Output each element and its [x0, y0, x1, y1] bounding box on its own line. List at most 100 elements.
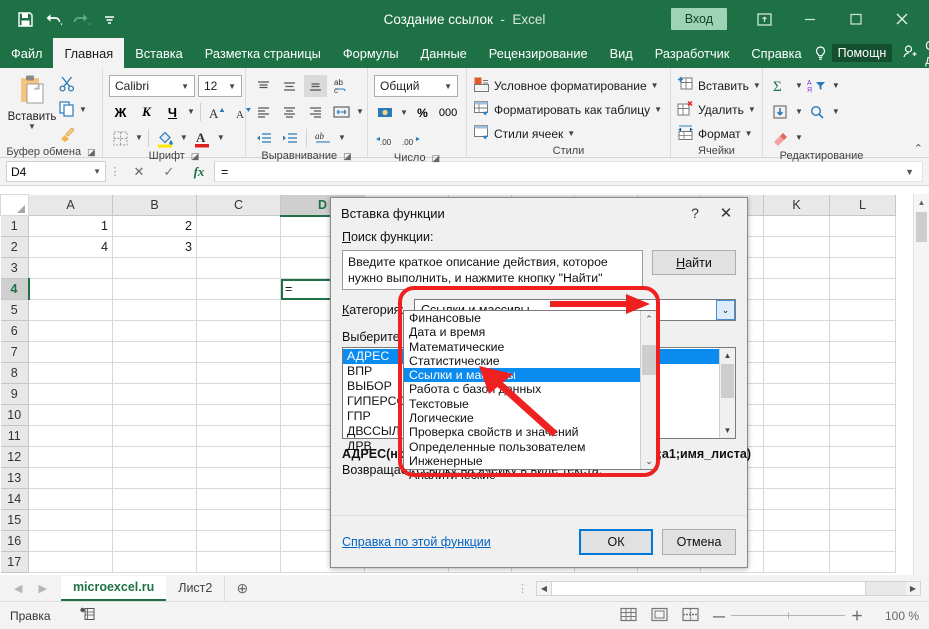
cell-L13[interactable] — [830, 468, 896, 489]
category-dropdown-item[interactable]: Математические — [404, 340, 640, 354]
cell-B5[interactable] — [113, 300, 197, 321]
chevron-down-icon[interactable]: ▼ — [178, 82, 192, 91]
horizontal-scrollbar[interactable]: ⋮ ◀ ▶ — [509, 581, 929, 596]
row-header-4[interactable]: 4 — [1, 279, 29, 300]
cell-C4[interactable] — [197, 279, 281, 300]
add-sheet-icon[interactable]: ⊕ — [225, 580, 259, 597]
underline-button[interactable]: Ч — [161, 101, 184, 123]
column-header-A[interactable]: A — [29, 195, 113, 216]
cell-A8[interactable] — [29, 363, 113, 384]
cell-B17[interactable] — [113, 552, 197, 573]
cell-A9[interactable] — [29, 384, 113, 405]
cell-B15[interactable] — [113, 510, 197, 531]
chevron-down-icon[interactable]: ▼ — [28, 123, 36, 131]
cell-K14[interactable] — [764, 489, 830, 510]
category-dropdown-item[interactable]: Инженерные — [404, 454, 640, 468]
clear-button[interactable] — [769, 127, 792, 149]
redo-icon[interactable] — [68, 6, 94, 32]
select-all-corner[interactable] — [1, 195, 29, 216]
tab-data[interactable]: Данные — [410, 38, 478, 68]
dialog-launcher-icon[interactable]: ◪ — [343, 151, 352, 162]
cut-button[interactable] — [58, 74, 87, 96]
ribbon-display-options-icon[interactable] — [741, 0, 787, 38]
cell-K5[interactable] — [764, 300, 830, 321]
paste-button[interactable]: Вставить ▼ — [6, 71, 58, 131]
chevron-down-icon[interactable]: ▼ — [753, 82, 761, 90]
normal-view-icon[interactable] — [620, 607, 637, 625]
tab-formulas[interactable]: Формулы — [332, 38, 410, 68]
format-as-table-button[interactable]: Форматировать как таблицу ▼ — [473, 98, 662, 121]
scroll-down-icon[interactable]: ⌄ — [641, 453, 657, 469]
chevron-down-icon[interactable]: ▼ — [93, 167, 101, 176]
row-header-3[interactable]: 3 — [1, 258, 29, 279]
scroll-up-icon[interactable]: ▲ — [914, 194, 929, 210]
find-select-button[interactable] — [806, 101, 829, 123]
cell-B3[interactable] — [113, 258, 197, 279]
cell-A4[interactable] — [29, 279, 113, 300]
cell-L12[interactable] — [830, 447, 896, 468]
page-break-view-icon[interactable] — [682, 607, 699, 625]
accessibility-icon[interactable] — [79, 607, 96, 625]
row-header-16[interactable]: 16 — [1, 531, 29, 552]
font-color-button[interactable]: A — [191, 127, 214, 149]
delete-cells-button[interactable]: Удалить ▼ — [677, 98, 761, 121]
chevron-down-icon[interactable]: ▼ — [356, 108, 364, 116]
row-header-7[interactable]: 7 — [1, 342, 29, 363]
cell-C15[interactable] — [197, 510, 281, 531]
row-header-17[interactable]: 17 — [1, 552, 29, 573]
cell-K11[interactable] — [764, 426, 830, 447]
cell-A5[interactable] — [29, 300, 113, 321]
align-middle-button[interactable] — [278, 75, 301, 97]
decrease-decimal-button[interactable]: .00 — [400, 129, 423, 151]
increase-indent-button[interactable] — [278, 127, 301, 149]
insert-function-icon[interactable]: fx — [184, 161, 214, 183]
tab-view[interactable]: Вид — [599, 38, 644, 68]
page-layout-view-icon[interactable] — [651, 607, 668, 625]
cell-A15[interactable] — [29, 510, 113, 531]
category-dropdown-scroll-thumb[interactable] — [642, 345, 656, 375]
cell-B4[interactable] — [113, 279, 197, 300]
cell-B13[interactable] — [113, 468, 197, 489]
cell-A17[interactable] — [29, 552, 113, 573]
cell-L6[interactable] — [830, 321, 896, 342]
zoom-track[interactable] — [731, 615, 845, 616]
row-header-11[interactable]: 11 — [1, 426, 29, 447]
column-header-L[interactable]: L — [830, 195, 896, 216]
fill-color-button[interactable] — [154, 127, 177, 149]
row-header-1[interactable]: 1 — [1, 216, 29, 237]
chevron-down-icon[interactable]: ▼ — [217, 134, 225, 142]
autosum-button[interactable]: Σ — [769, 75, 792, 97]
chevron-down-icon[interactable]: ▼ — [651, 82, 659, 90]
orientation-button[interactable]: abc — [330, 75, 353, 97]
category-dropdown-item[interactable]: Аналитические — [404, 468, 640, 482]
scroll-up-icon[interactable]: ▲ — [720, 348, 735, 363]
column-header-K[interactable]: K — [764, 195, 830, 216]
chevron-down-icon[interactable]: ▼ — [567, 130, 575, 138]
sort-filter-button[interactable]: АЯ — [806, 75, 829, 97]
find-button[interactable]: Найти — [652, 250, 736, 275]
cell-A3[interactable] — [29, 258, 113, 279]
horizontal-scroll-thumb[interactable] — [551, 582, 866, 595]
align-left-button[interactable] — [252, 101, 275, 123]
cell-A14[interactable] — [29, 489, 113, 510]
cell-K6[interactable] — [764, 321, 830, 342]
row-header-13[interactable]: 13 — [1, 468, 29, 489]
zoom-in-icon[interactable]: ＋ — [851, 607, 863, 624]
sign-in-button[interactable]: Вход — [671, 8, 727, 30]
formula-input[interactable]: = ▼ — [214, 161, 923, 182]
tab-home[interactable]: Главная — [53, 38, 124, 68]
chevron-down-icon[interactable]: ▼ — [338, 134, 346, 142]
cell-A12[interactable] — [29, 447, 113, 468]
category-dropdown-scrollbar[interactable]: ⌃ ⌄ — [640, 311, 657, 469]
cell-C11[interactable] — [197, 426, 281, 447]
cell-B11[interactable] — [113, 426, 197, 447]
chevron-down-icon[interactable]: ▼ — [748, 106, 756, 114]
zoom-level[interactable]: 100 % — [877, 609, 919, 623]
cell-A1[interactable]: 1 — [29, 216, 113, 237]
cell-A7[interactable] — [29, 342, 113, 363]
cell-K13[interactable] — [764, 468, 830, 489]
chevron-down-icon[interactable]: ▼ — [795, 82, 803, 90]
chevron-down-icon[interactable]: ▼ — [135, 134, 143, 142]
maximize-icon[interactable] — [833, 0, 879, 38]
comma-style-button[interactable]: 000 — [437, 102, 459, 124]
